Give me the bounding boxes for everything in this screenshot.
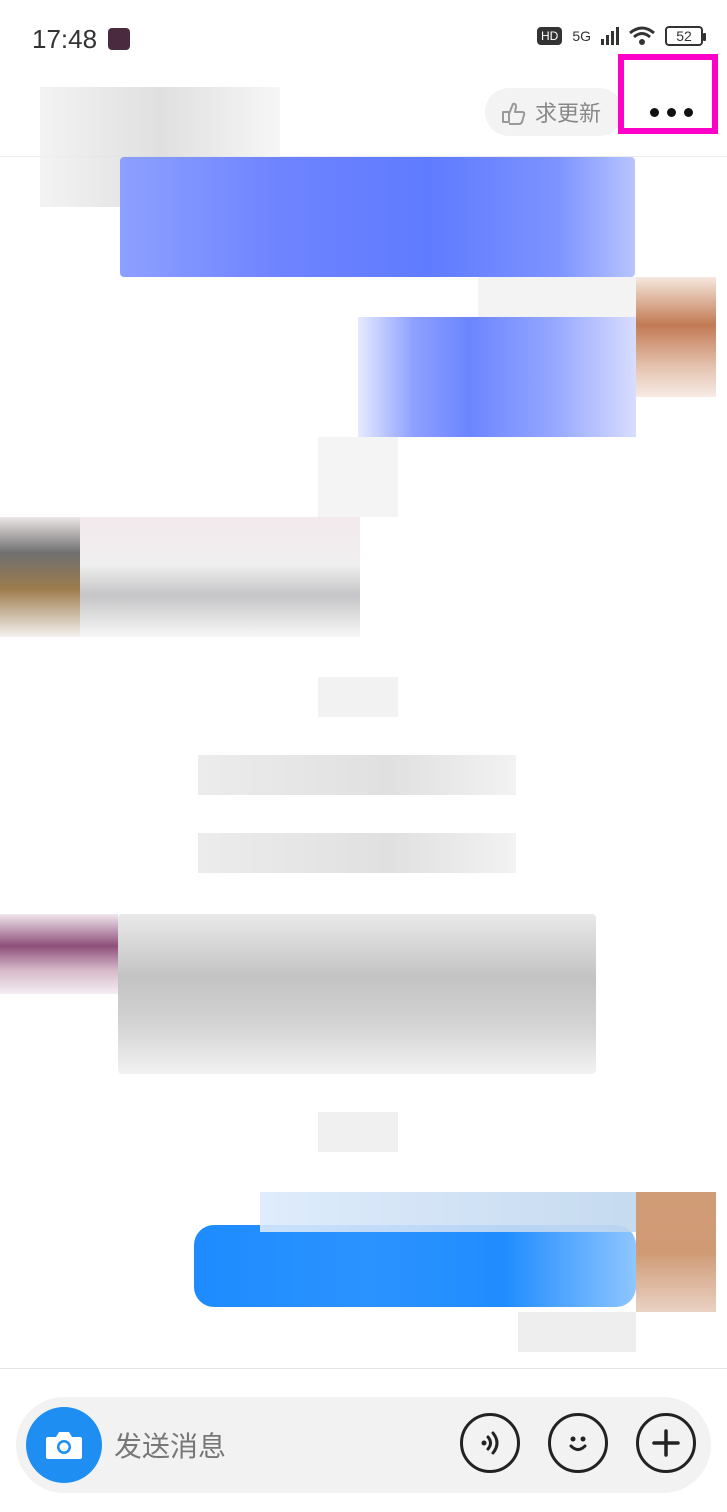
message-bubble [358,317,636,437]
timestamp-mosaic [198,755,516,795]
mosaic-block [518,1312,636,1352]
avatar [636,1192,716,1312]
status-icons: HD 5G 52 [536,26,706,46]
plus-icon [652,1429,680,1457]
network-type: 5G [572,28,591,44]
chat-area[interactable] [0,87,727,1367]
avatar [0,914,118,994]
plus-button[interactable] [636,1413,696,1473]
input-divider [0,1368,727,1369]
notification-app-icon [108,28,130,50]
avatar [0,517,80,637]
mosaic-block [318,677,398,717]
emoji-button[interactable] [548,1413,608,1473]
request-update-label: 求更新 [535,102,602,127]
voice-icon [481,1431,499,1455]
camera-icon [46,1432,82,1459]
mosaic-block [318,437,398,517]
signal-icon [601,27,619,45]
status-time: 17:48 [32,24,98,54]
avatar [636,277,716,397]
request-update-button[interactable]: 求更新 [485,88,623,136]
voice-button[interactable] [460,1413,520,1473]
hand-pointing-icon [502,102,526,125]
battery-icon: 52 [665,26,706,46]
message-input[interactable] [112,1419,436,1473]
mosaic-block [80,517,360,637]
mosaic-block [260,1192,640,1232]
message-bubble [118,914,596,1074]
timestamp-mosaic [198,833,516,873]
mosaic-block [478,277,638,317]
message-input-bar [16,1397,711,1493]
message-bubble [194,1225,636,1307]
more-icon[interactable] [640,88,702,136]
hd-badge: HD [536,27,563,45]
camera-button[interactable] [26,1407,102,1483]
wifi-icon [629,26,655,45]
message-bubble [120,157,635,277]
mosaic-block [318,1112,398,1152]
emoji-icon [569,1436,587,1451]
